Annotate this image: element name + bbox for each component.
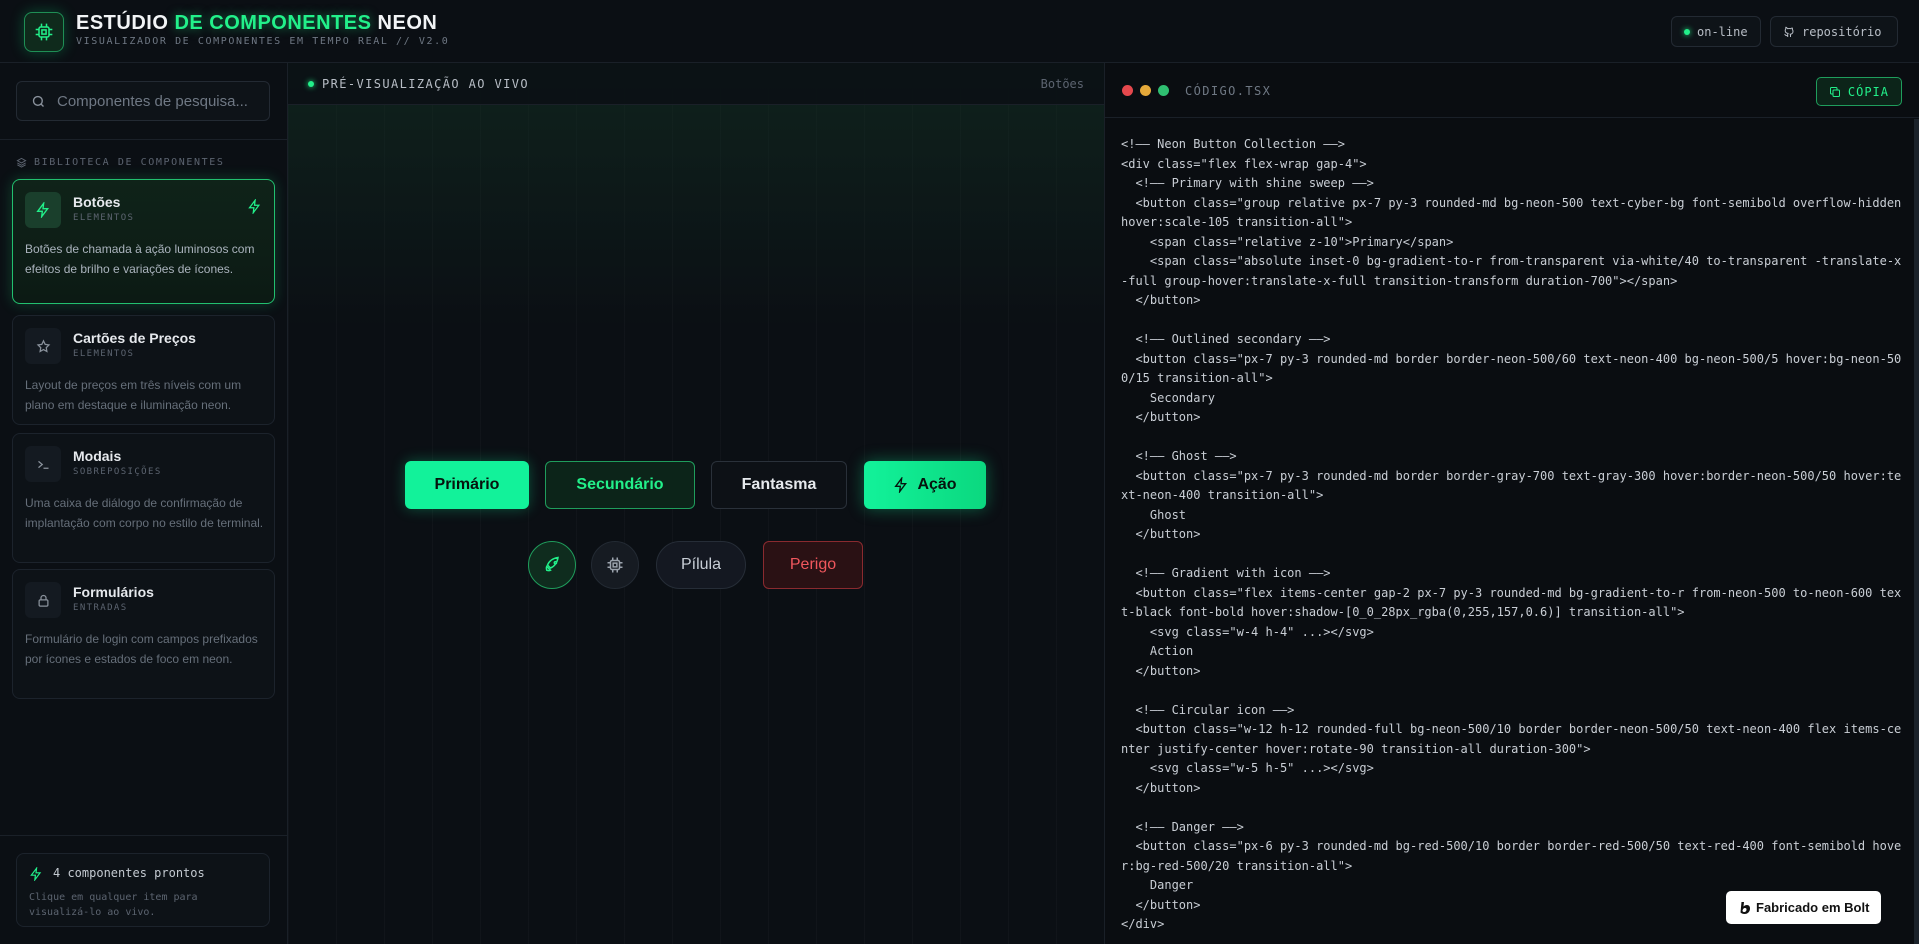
pill-button[interactable]: Pílula bbox=[656, 541, 746, 589]
sidebar-item-category: ELEMENTOS bbox=[73, 213, 135, 223]
github-icon bbox=[1784, 26, 1794, 37]
code-file-name: CÓDIGO.TSX bbox=[1185, 84, 1272, 98]
sidebar-item-description: Botões de chamada à ação luminosos com e… bbox=[25, 242, 255, 276]
sidebar-item-description: Formulário de login com campos prefixado… bbox=[25, 632, 258, 666]
cpu-button[interactable] bbox=[591, 541, 639, 589]
code-scrollbar[interactable] bbox=[1914, 119, 1919, 944]
window-maximize-dot bbox=[1158, 85, 1169, 96]
sidebar-divider bbox=[0, 139, 288, 140]
terminal-icon bbox=[25, 446, 61, 482]
code-panel: CÓDIGO.TSX CÓPIA <!—— Neon Button Collec… bbox=[1104, 63, 1919, 944]
sidebar-item-category: ELEMENTOS bbox=[73, 349, 135, 359]
preview-toolbar: PRÉ-VISUALIZAÇÃO AO VIVO Botões bbox=[288, 63, 1104, 105]
window-close-dot bbox=[1122, 85, 1133, 96]
sidebar-item-category: SOBREPOSIÇÕES bbox=[73, 467, 162, 477]
layers-icon bbox=[16, 157, 27, 168]
cpu-logo-icon bbox=[24, 12, 64, 52]
live-preview-panel: PRÉ-VISUALIZAÇÃO AO VIVO Botões Primário… bbox=[288, 63, 1104, 944]
cpu-icon bbox=[607, 557, 623, 573]
sidebar-bottom-divider bbox=[0, 835, 288, 836]
rocket-icon bbox=[545, 556, 559, 572]
library-label: BIBLIOTECA DE COMPONENTES bbox=[16, 157, 225, 168]
action-button[interactable]: Ação bbox=[864, 461, 986, 509]
online-status-badge[interactable]: on-line bbox=[1671, 16, 1761, 47]
app-title-accent: DE COMPONENTES bbox=[174, 12, 372, 34]
app-header: ESTÚDIO DE COMPONENTES NEON VISUALIZADOR… bbox=[0, 0, 1919, 63]
sidebar-item-modals[interactable]: Modais SOBREPOSIÇÕES Uma caixa de diálog… bbox=[12, 433, 275, 563]
sidebar-item-title: Formulários bbox=[73, 584, 154, 600]
copy-icon bbox=[1829, 86, 1840, 97]
sidebar-item-buttons[interactable]: Botões ELEMENTOS Botões de chamada à açã… bbox=[12, 179, 275, 304]
lock-icon bbox=[25, 582, 61, 618]
sidebar-item-title: Cartões de Preços bbox=[73, 330, 196, 346]
preview-breadcrumb: Botões bbox=[1040, 77, 1084, 91]
components-ready-panel: 4 componentes prontos Clique em qualquer… bbox=[16, 853, 270, 927]
search-input[interactable] bbox=[57, 92, 269, 110]
danger-button[interactable]: Perigo bbox=[763, 541, 863, 589]
rocket-button[interactable] bbox=[528, 541, 576, 589]
sidebar: BIBLIOTECA DE COMPONENTES Botões ELEMENT… bbox=[0, 63, 288, 944]
code-toolbar: CÓDIGO.TSX CÓPIA bbox=[1105, 63, 1919, 118]
sidebar-item-description: Layout de preços em três níveis com um p… bbox=[25, 378, 242, 412]
sidebar-item-category: ENTRADAS bbox=[73, 603, 128, 613]
sidebar-item-description: Uma caixa de diálogo de confirmação de i… bbox=[25, 496, 264, 530]
bolt-logo-icon bbox=[1740, 901, 1750, 914]
preview-label: PRÉ-VISUALIZAÇÃO AO VIVO bbox=[308, 77, 529, 91]
copy-button[interactable]: CÓPIA bbox=[1815, 77, 1902, 106]
bolt-icon bbox=[894, 477, 908, 493]
search-box[interactable] bbox=[16, 81, 270, 121]
ghost-button[interactable]: Fantasma bbox=[711, 461, 847, 509]
primary-button[interactable]: Primário bbox=[405, 461, 529, 509]
ready-title: 4 componentes prontos bbox=[53, 866, 205, 880]
star-icon bbox=[25, 328, 61, 364]
search-icon bbox=[32, 95, 44, 107]
active-bolt-icon bbox=[247, 197, 262, 219]
bolt-icon bbox=[25, 192, 61, 228]
sidebar-item-forms[interactable]: Formulários ENTRADAS Formulário de login… bbox=[12, 569, 275, 699]
sidebar-item-title: Modais bbox=[73, 448, 122, 464]
app-title: ESTÚDIO DE COMPONENTES NEON bbox=[76, 12, 438, 34]
built-with-bolt-badge[interactable]: Fabricado em Bolt bbox=[1726, 891, 1882, 924]
code-block[interactable]: <!—— Neon Button Collection ——> <div cla… bbox=[1121, 135, 1906, 935]
repository-button[interactable]: repositório bbox=[1770, 16, 1898, 47]
live-dot-icon bbox=[308, 81, 314, 87]
sidebar-item-pricing-cards[interactable]: Cartões de Preços ELEMENTOS Layout de pr… bbox=[12, 315, 275, 425]
sidebar-item-title: Botões bbox=[73, 194, 121, 210]
secondary-button[interactable]: Secundário bbox=[545, 461, 695, 509]
status-dot-icon bbox=[1684, 28, 1690, 35]
window-minimize-dot bbox=[1140, 85, 1151, 96]
app-subtitle: VISUALIZADOR DE COMPONENTES EM TEMPO REA… bbox=[76, 36, 450, 47]
ready-bolt-icon bbox=[30, 867, 42, 881]
ready-subtitle: Clique em qualquer item para visualizá-l… bbox=[29, 892, 198, 918]
